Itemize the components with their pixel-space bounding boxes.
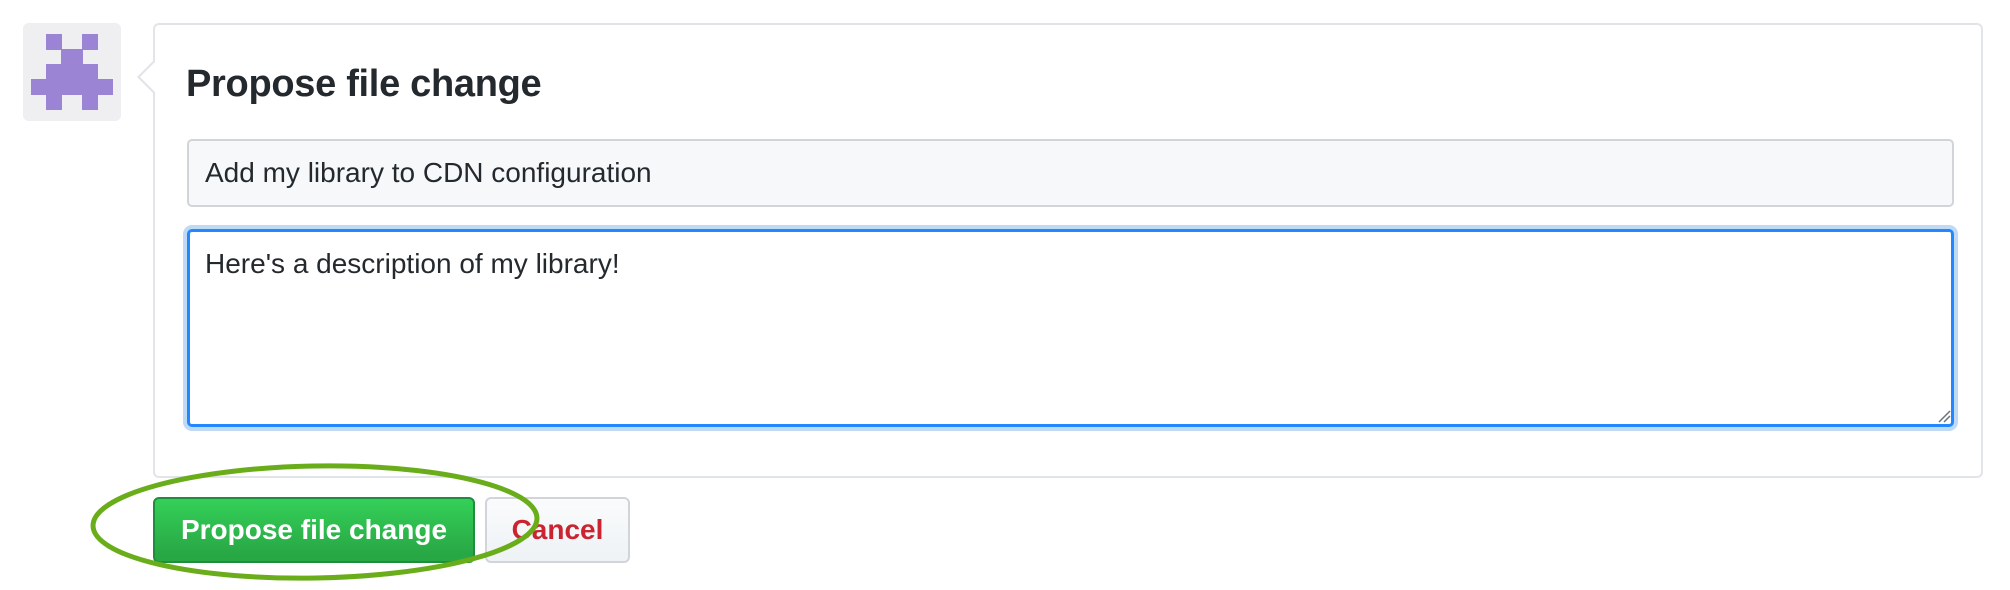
propose-change-form-page: Propose file change Here's a description… [0,0,2010,590]
commit-description-textarea[interactable]: Here's a description of my library! [187,229,1954,427]
identicon-icon [23,23,121,121]
propose-file-change-button[interactable]: Propose file change [153,497,475,563]
box-caret-fill [140,61,156,93]
cancel-button[interactable]: Cancel [485,497,630,563]
commit-summary-input[interactable] [187,139,1954,207]
avatar[interactable] [23,23,121,121]
form-title: Propose file change [186,63,542,105]
comment-box: Propose file change Here's a description… [137,23,1983,478]
